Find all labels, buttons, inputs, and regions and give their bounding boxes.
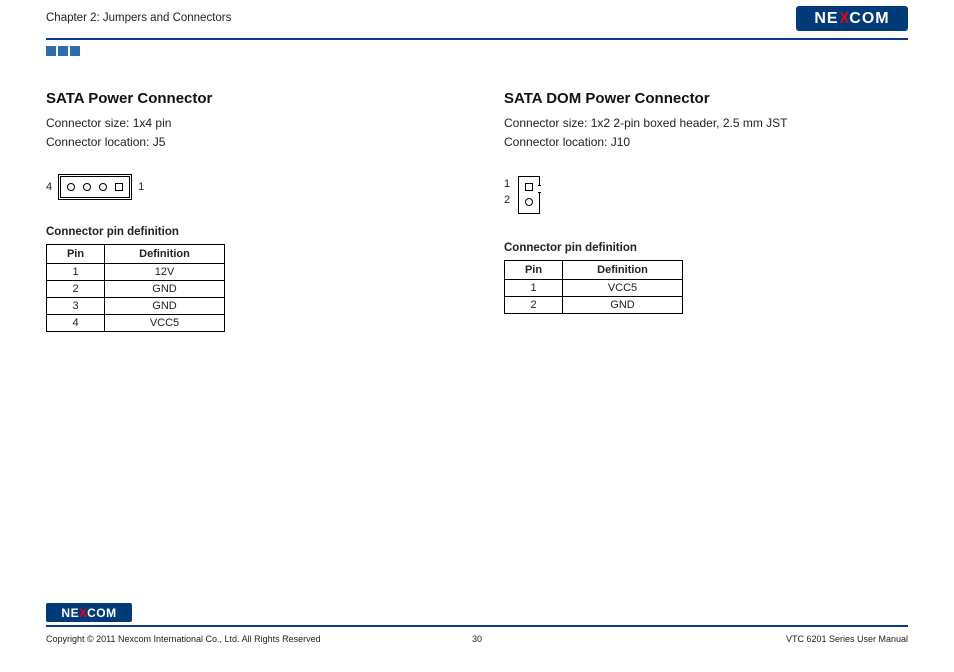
table-header-row: Pin Definition [505,260,683,279]
pin-hole-icon [67,183,75,191]
cell-def: GND [105,280,225,297]
pin-hole-icon [525,198,533,206]
cell-pin: 2 [505,296,563,313]
pin-definition-table: Pin Definition 1VCC5 2GND [504,260,683,314]
cell-pin: 1 [505,279,563,296]
spec-loc-label: Connector location: [504,135,607,149]
col-header-pin: Pin [505,260,563,279]
table-row: 2GND [47,280,225,297]
cell-def: 12V [105,263,225,280]
pin-4-label: 4 [46,181,52,193]
footer-text-row: Copyright © 2011 Nexcom International Co… [46,634,908,644]
pin-hole-icon [99,183,107,191]
cell-pin: 3 [47,297,105,314]
cell-def: VCC5 [563,279,683,296]
spec-size-value: 1x2 2-pin boxed header, 2.5 mm JST [591,116,788,130]
brand-mid: X [79,606,87,620]
connector-outline-icon [60,176,130,198]
table-row: 112V [47,263,225,280]
pin-hole-icon [83,183,91,191]
spec-loc-value: J10 [611,135,630,149]
section-sata-dom-power: SATA DOM Power Connector Connector size:… [504,90,908,592]
pin-definition-table: Pin Definition 112V 2GND 3GND 4VCC5 [46,244,225,332]
cell-def: GND [563,296,683,313]
copyright-text: Copyright © 2011 Nexcom International Co… [46,634,321,644]
table-row: 1VCC5 [505,279,683,296]
ornament-square-icon [58,46,68,56]
header-divider [46,38,908,40]
table-row: 2GND [505,296,683,313]
spec-loc-label: Connector location: [46,135,149,149]
spec-lines: Connector size: 1x4 pin Connector locati… [46,115,450,152]
col-header-def: Definition [563,260,683,279]
brand-post: COM [87,606,117,620]
table-title: Connector pin definition [504,242,908,254]
doc-name: VTC 6201 Series User Manual [786,634,908,644]
spec-lines: Connector size: 1x2 2-pin boxed header, … [504,115,908,152]
header-ornament [46,46,80,56]
cell-def: GND [105,297,225,314]
connector-outline-icon [518,176,540,214]
chapter-title: Chapter 2: Jumpers and Connectors [46,12,908,24]
brand-pre: NE [814,10,838,28]
brand-logo-bottom: NEXCOM [46,603,132,622]
spec-size-label: Connector size: [46,116,129,130]
section-sata-power: SATA Power Connector Connector size: 1x4… [46,90,450,592]
pin-1-key-icon [115,183,123,191]
brand-logo-top: NEXCOM [796,6,908,31]
page-header: Chapter 2: Jumpers and Connectors NEXCOM [0,0,954,50]
cell-pin: 1 [47,263,105,280]
brand-post: COM [849,10,889,28]
section-title: SATA Power Connector [46,90,450,107]
pin-1-label: 1 [138,181,144,193]
table-header-row: Pin Definition [47,244,225,263]
table-row: 3GND [47,297,225,314]
table-row: 4VCC5 [47,314,225,331]
footer-divider [46,625,908,627]
spec-loc-value: J5 [153,135,166,149]
pin-2-label: 2 [504,194,510,206]
spec-size-label: Connector size: [504,116,587,130]
pin-1-key-icon [525,183,533,191]
pin-1-label: 1 [504,178,510,190]
cell-pin: 4 [47,314,105,331]
spec-size-value: 1x4 pin [133,116,172,130]
table-title: Connector pin definition [46,226,450,238]
connector-notch-icon [538,185,541,193]
brand-pre: NE [61,606,79,620]
section-title: SATA DOM Power Connector [504,90,908,107]
pin-labels-column: 1 2 [504,178,510,206]
col-header-def: Definition [105,244,225,263]
ornament-square-icon [46,46,56,56]
content-area: SATA Power Connector Connector size: 1x4… [46,90,908,592]
connector-1x4-diagram: 4 1 [46,176,450,198]
brand-mid: X [839,10,849,28]
connector-1x2-diagram: 1 2 [504,176,908,214]
ornament-square-icon [70,46,80,56]
cell-pin: 2 [47,280,105,297]
col-header-pin: Pin [47,244,105,263]
cell-def: VCC5 [105,314,225,331]
